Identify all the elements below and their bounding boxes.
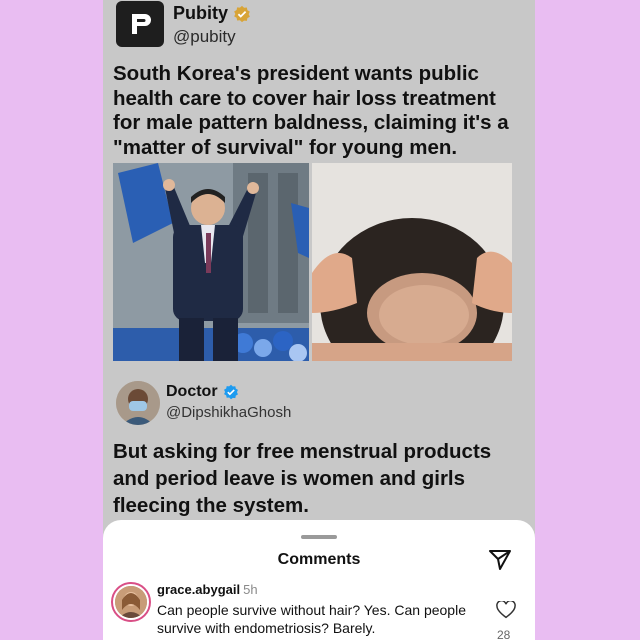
comment-avatar[interactable] xyxy=(111,582,151,622)
commenter-photo-icon xyxy=(115,586,147,618)
quoted-author-label: Doctor xyxy=(166,383,218,400)
comment-avatar-image xyxy=(115,586,147,618)
sheet-drag-handle[interactable] xyxy=(301,535,337,539)
pubity-logo-icon xyxy=(132,14,151,34)
reposted-post[interactable]: Pubity @pubity South Korea's president w… xyxy=(103,0,535,530)
post-author-label: Pubity xyxy=(173,3,229,23)
app-screen: Pubity @pubity South Korea's president w… xyxy=(103,0,535,640)
quoted-author-name: Doctor xyxy=(166,383,239,401)
comment-like-count: 28 xyxy=(497,628,511,640)
comment-header: grace.abygail 5h xyxy=(157,582,258,597)
post-author-name: Pubity xyxy=(173,3,251,24)
comment-text: Can people survive without hair? Yes. Ca… xyxy=(157,602,466,636)
comments-title: Comments xyxy=(277,551,361,568)
send-icon[interactable] xyxy=(487,547,513,573)
verified-gold-icon xyxy=(234,5,250,22)
quoted-author-handle: @DipshikhaGhosh xyxy=(166,404,292,421)
doctor-avatar-photo-icon xyxy=(116,381,160,425)
pubity-logo xyxy=(116,1,164,47)
verified-blue-icon xyxy=(223,384,238,400)
comment-username[interactable]: grace.abygail xyxy=(157,582,240,597)
photo-balding-scalp xyxy=(312,163,512,361)
post-author-handle: @pubity xyxy=(173,27,236,46)
post-headline: South Korea's president wants public hea… xyxy=(113,62,509,159)
heart-icon[interactable] xyxy=(496,601,516,619)
photo-politician-celebrating xyxy=(113,163,309,361)
balding-scalp-photo xyxy=(312,163,512,361)
quoted-text: But asking for free menstrual products a… xyxy=(113,440,492,517)
comment-time: 5h xyxy=(243,582,258,597)
doctor-avatar[interactable] xyxy=(116,381,160,425)
politician-photo xyxy=(113,163,309,361)
